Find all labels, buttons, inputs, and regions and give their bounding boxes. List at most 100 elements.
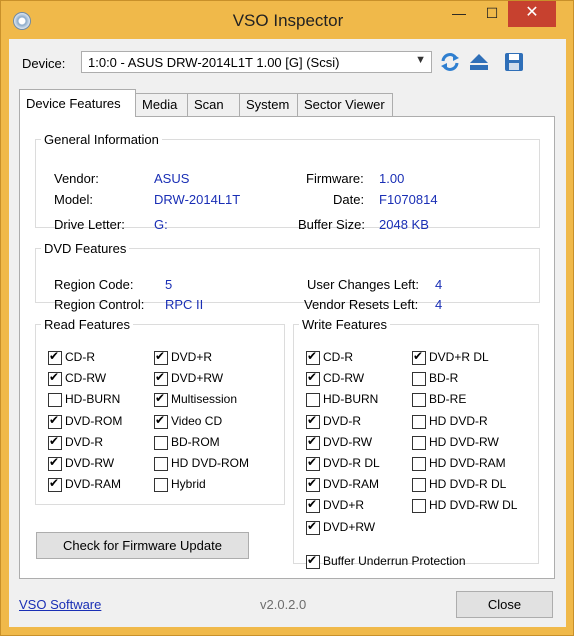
checkbox-label: DVD-RW	[65, 456, 115, 470]
checkbox-label: DVD-RAM	[65, 477, 121, 492]
checkbox-label: HD DVD-RAM	[429, 456, 506, 470]
buffer-underrun-label: Buffer Underrun Protection	[323, 554, 466, 568]
checkbox-label: DVD-R	[323, 413, 361, 428]
refresh-icon[interactable]	[439, 51, 461, 73]
checkbox-box[interactable]	[412, 457, 426, 471]
checkbox-box[interactable]	[154, 435, 168, 450]
checkbox-label: DVD+R	[323, 498, 365, 513]
checkbox-box[interactable]	[48, 434, 62, 450]
checkbox-box[interactable]	[48, 476, 62, 493]
title-bar[interactable]: VSO Inspector — ☐ ✕	[1, 1, 573, 39]
maximize-button[interactable]: ☐	[477, 1, 507, 27]
checkbox-label: DVD-R	[65, 434, 103, 449]
date-label: Date:	[333, 192, 365, 207]
checkbox-box[interactable]	[48, 393, 62, 408]
checkbox-label: DVD-R DL	[323, 456, 380, 470]
checkbox-box[interactable]	[306, 476, 320, 493]
checkbox-label: DVD+R	[171, 350, 213, 364]
checkbox-box[interactable]	[154, 370, 168, 387]
checkbox-box[interactable]	[48, 455, 62, 471]
checkbox-label: DVD-RAM	[323, 477, 379, 492]
close-button[interactable]: Close	[456, 591, 553, 618]
checkbox-label: BD-RE	[429, 392, 467, 407]
checkbox-label: HD DVD-ROM	[171, 456, 249, 470]
vendor-label: Vendor:	[54, 171, 99, 186]
checkbox-label: Multisession	[171, 392, 238, 407]
checkbox-box[interactable]	[48, 349, 62, 365]
vendor-value: ASUS	[154, 171, 190, 186]
check-firmware-update-button[interactable]: Check for Firmware Update	[36, 532, 249, 559]
checkbox-box[interactable]	[306, 370, 320, 387]
checkbox-label: CD-RW	[65, 371, 107, 386]
checkbox-box[interactable]	[412, 372, 426, 387]
checkbox-label: Video CD	[171, 413, 223, 428]
checkbox-label: CD-R	[65, 350, 95, 364]
user-changes-value: 4	[435, 277, 443, 292]
checkbox-label: HD DVD-RW DL	[429, 498, 518, 513]
checkbox-box[interactable]	[306, 553, 320, 569]
region-control-value: RPC II	[165, 297, 204, 312]
checkbox-box[interactable]	[412, 349, 426, 365]
tab-scan[interactable]: Scan	[187, 93, 240, 116]
device-select[interactable]: 1:0:0 - ASUS DRW-2014L1T 1.00 [G] (Scsi)…	[81, 51, 432, 73]
buffer-size-value: 2048 KB	[379, 217, 429, 232]
checkbox-box[interactable]	[154, 413, 168, 429]
minimize-button[interactable]: —	[444, 1, 474, 27]
checkbox-box[interactable]	[412, 414, 426, 429]
checkbox-box[interactable]	[412, 499, 426, 514]
checkbox-label: DVD+RW	[323, 519, 376, 534]
checkbox-box[interactable]	[412, 435, 426, 450]
checkbox-label: HD DVD-R	[429, 413, 488, 428]
checkbox-box[interactable]	[48, 370, 62, 387]
device-features-panel: General Information Vendor: ASUS Model: …	[19, 116, 555, 579]
general-information-title: General Information	[44, 132, 159, 147]
tab-device-features[interactable]: Device Features	[19, 89, 136, 117]
buffer-size-label: Buffer Size:	[298, 217, 365, 232]
chevron-down-icon[interactable]: ▼	[415, 54, 426, 66]
checkbox-box[interactable]	[412, 478, 426, 493]
vso-software-link[interactable]: VSO Software	[19, 597, 101, 612]
read-features-group: Read Features CD-R CD-RW HD-BURN DVD-ROM DVD…	[35, 317, 285, 505]
tab-system[interactable]: System	[239, 93, 298, 116]
tab-sector-viewer[interactable]: Sector Viewer	[297, 93, 393, 116]
checkbox-box[interactable]	[306, 497, 320, 514]
checkbox-box[interactable]	[306, 349, 320, 365]
checkbox-box[interactable]	[306, 519, 320, 535]
model-label: Model:	[54, 192, 94, 207]
drive-letter-label: Drive Letter:	[54, 217, 125, 232]
device-label: Device:	[22, 56, 66, 71]
app-window: VSO Inspector — ☐ ✕ Device: 1:0:0 - ASUS…	[0, 0, 574, 636]
checkbox-label: DVD-ROM	[65, 413, 123, 428]
checkbox-box[interactable]	[306, 455, 320, 471]
checkbox-box[interactable]	[306, 393, 320, 408]
vendor-resets-label: Vendor Resets Left:	[304, 297, 419, 312]
checkbox-box[interactable]	[154, 478, 168, 493]
checkbox-box[interactable]	[154, 457, 168, 471]
vendor-resets-value: 4	[435, 297, 443, 312]
general-information-group: General Information Vendor: ASUS Model: …	[35, 132, 540, 232]
checkbox-box[interactable]	[154, 349, 168, 365]
client-area: Device: 1:0:0 - ASUS DRW-2014L1T 1.00 [G…	[9, 39, 566, 627]
checkbox-label: BD-R	[429, 371, 459, 386]
write-features-group: Write Features CD-R CD-RW HD-BURN DVD-R DVD-…	[293, 317, 539, 569]
checkbox-box[interactable]	[154, 391, 168, 408]
checkbox-label: CD-R	[323, 350, 353, 364]
close-window-button[interactable]: ✕	[508, 1, 556, 27]
checkbox-label: BD-ROM	[171, 434, 220, 449]
checkbox-box[interactable]	[48, 413, 62, 429]
firmware-value: 1.00	[379, 171, 405, 186]
checkbox-box[interactable]	[306, 434, 320, 450]
tab-media[interactable]: Media	[135, 93, 188, 116]
save-icon[interactable]	[503, 51, 525, 73]
checkbox-label: DVD+R DL	[429, 350, 489, 364]
checkbox-box[interactable]	[306, 413, 320, 429]
read-features-title: Read Features	[44, 317, 130, 332]
device-select-value: 1:0:0 - ASUS DRW-2014L1T 1.00 [G] (Scsi)	[88, 55, 340, 70]
write-features-title: Write Features	[302, 317, 388, 332]
dvd-features-title: DVD Features	[44, 241, 127, 256]
user-changes-label: User Changes Left:	[307, 277, 420, 292]
eject-icon[interactable]	[468, 51, 490, 73]
checkbox-label: Hybrid	[171, 477, 206, 492]
checkbox-box[interactable]	[412, 393, 426, 408]
checkbox-label: CD-RW	[323, 371, 365, 386]
